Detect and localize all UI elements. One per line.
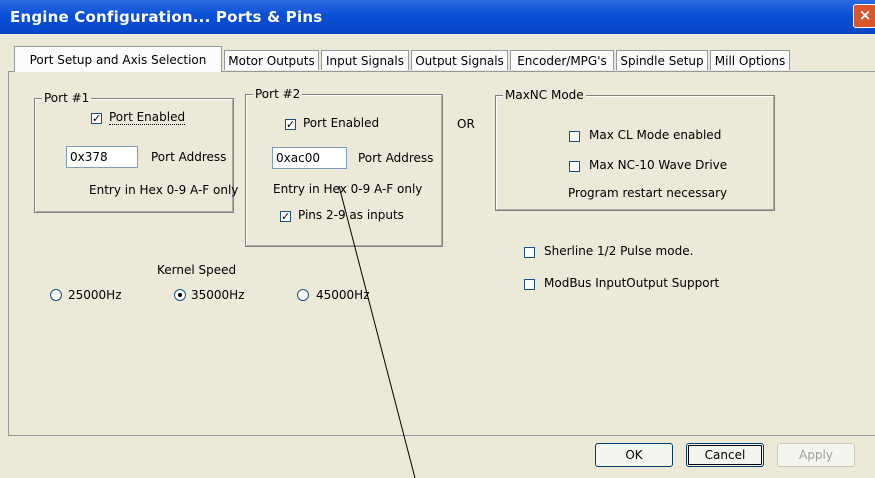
port1-hex-note: Entry in Hex 0-9 A-F only [89, 183, 239, 197]
port2-hex-note: Entry in Hex 0-9 A-F only [273, 182, 423, 196]
kernel-35000-radio[interactable] [174, 289, 186, 301]
port2-enabled-checkbox[interactable]: ✓ [285, 119, 296, 130]
kernel-25000-label: 25000Hz [68, 288, 122, 302]
port1-enabled-checkbox[interactable]: ✓ [91, 113, 102, 124]
port1-enabled-label: Port Enabled [109, 110, 186, 125]
max-nc10-label: Max NC-10 Wave Drive [589, 158, 728, 172]
max-nc10-checkbox[interactable] [569, 161, 580, 172]
port2-address-label: Port Address [358, 151, 434, 165]
close-icon: × [858, 6, 872, 24]
maxnc-group: MaxNC Mode Max CL Mode enabled Max NC-10… [495, 88, 775, 211]
cancel-button[interactable]: Cancel [686, 443, 764, 467]
or-label: OR [457, 117, 475, 131]
port1-legend: Port #1 [42, 91, 92, 105]
window-title: Engine Configuration... Ports & Pins [10, 8, 323, 26]
kernel-25000-radio[interactable] [50, 289, 62, 301]
apply-button[interactable]: Apply [777, 443, 855, 467]
port1-address-label: Port Address [151, 150, 227, 164]
tab-output-signals[interactable]: Output Signals [411, 50, 508, 70]
port2-address-input[interactable]: 0xac00 [272, 147, 347, 169]
radio-selected-dot [178, 293, 182, 297]
modbus-checkbox[interactable] [524, 279, 535, 290]
kernel-45000-label: 45000Hz [316, 288, 370, 302]
dialog-body: Port Setup and Axis Selection Motor Outp… [0, 34, 875, 478]
close-button[interactable]: × [853, 4, 875, 28]
max-cl-checkbox[interactable] [569, 131, 580, 142]
port2-group: Port #2 ✓ Port Enabled 0xac00 Port Addre… [245, 87, 443, 247]
port1-address-input[interactable]: 0x378 [66, 146, 138, 168]
modbus-label: ModBus InputOutput Support [544, 276, 720, 290]
restart-note: Program restart necessary [568, 186, 728, 200]
ok-button[interactable]: OK [595, 443, 673, 467]
tab-input-signals[interactable]: Input Signals [321, 50, 409, 70]
pins-inputs-label: Pins 2-9 as inputs [298, 208, 404, 222]
tab-spindle-setup[interactable]: Spindle Setup [616, 50, 708, 70]
max-cl-label: Max CL Mode enabled [589, 128, 722, 142]
title-bar[interactable]: Engine Configuration... Ports & Pins × [0, 0, 875, 34]
tab-port-setup[interactable]: Port Setup and Axis Selection [14, 46, 222, 72]
tab-encoder-mpg[interactable]: Encoder/MPG's [510, 50, 614, 70]
kernel-45000-radio[interactable] [297, 289, 309, 301]
port1-group: Port #1 ✓ Port Enabled 0x378 Port Addres… [34, 91, 238, 213]
pins-inputs-checkbox[interactable]: ✓ [280, 211, 291, 222]
kernel-35000-label: 35000Hz [191, 288, 245, 302]
port2-enabled-label: Port Enabled [303, 116, 380, 130]
sherline-label: Sherline 1/2 Pulse mode. [544, 244, 694, 258]
port2-legend: Port #2 [253, 87, 303, 101]
kernel-speed-title: Kernel Speed [157, 263, 237, 277]
maxnc-legend: MaxNC Mode [503, 88, 586, 102]
tab-motor-outputs[interactable]: Motor Outputs [224, 50, 319, 70]
sherline-checkbox[interactable] [524, 247, 535, 258]
tab-mill-options[interactable]: Mill Options [710, 50, 790, 70]
